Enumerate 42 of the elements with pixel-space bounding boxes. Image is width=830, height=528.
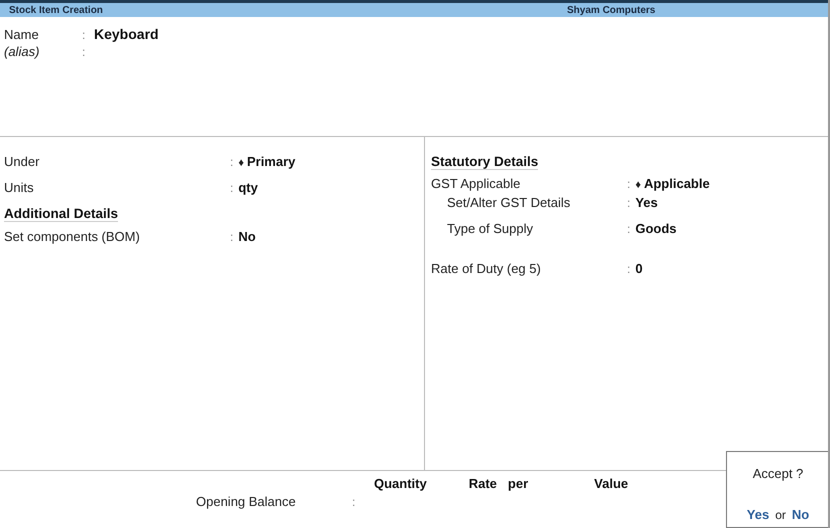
dialog-question: Accept ? [752,466,804,481]
field-label: Set components (BOM) [4,229,141,244]
yes-link[interactable]: Yes [746,507,770,522]
colon: : [627,262,630,276]
field-value[interactable]: Goods [635,221,677,236]
field-label: (alias) [4,44,40,59]
no-link[interactable]: No [792,507,810,522]
field-label: Opening Balance [196,494,297,509]
colon: : [230,155,234,169]
colon: : [230,230,234,244]
field-value[interactable]: No [238,229,256,244]
field-value[interactable]: Keyboard [94,26,828,42]
column-header: Rate [468,476,497,491]
diamond-marker: ♦ [238,157,244,169]
field-value[interactable]: Primary [246,154,296,169]
colon: : [627,177,630,191]
colon: : [230,181,234,195]
section-heading: Statutory Details [431,154,538,170]
colon: : [82,45,86,59]
field-label: Type of Supply [446,221,534,236]
field-label: Under [4,154,40,169]
field-label: GST Applicable [431,176,522,191]
field-value[interactable]: qty [238,180,258,195]
colon: : [82,28,86,42]
section-heading: Additional Details [4,206,118,222]
column-header: Value [594,476,628,491]
field-value[interactable]: Applicable [644,176,710,191]
column-header: per [508,476,528,491]
company-name: Shyam Computers [567,4,656,16]
field-value[interactable]: 0 [635,261,643,276]
colon: : [627,222,630,236]
colon: : [352,495,356,509]
field-label: Units [4,180,35,195]
field-label: Name [4,27,40,42]
field-label: Rate of Duty (eg 5) [431,261,542,276]
field-value[interactable]: Yes [635,195,658,210]
screen-title: Stock Item Creation [9,4,104,16]
column-header: Quantity [374,476,427,491]
diamond-marker: ♦ [635,179,641,191]
field-label: Set/Alter GST Details [446,195,572,210]
colon: : [627,196,630,210]
or-text: or [775,508,786,522]
